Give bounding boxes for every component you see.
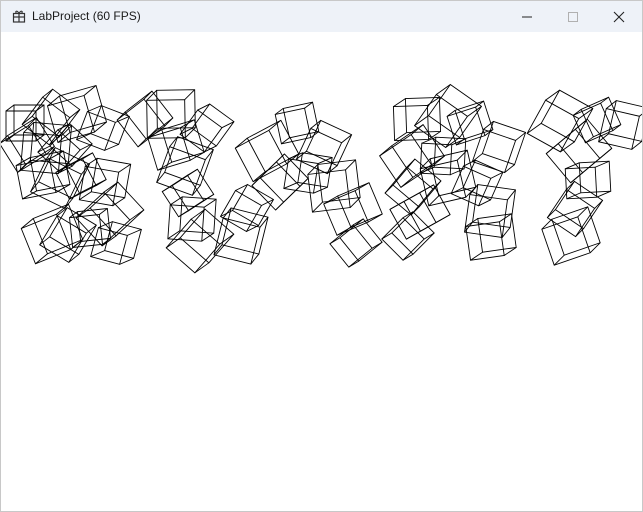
render-viewport[interactable]	[1, 32, 642, 511]
minimize-icon	[522, 16, 532, 17]
maximize-button[interactable]	[550, 1, 596, 32]
app-window: LabProject (60 FPS)	[0, 0, 643, 512]
close-icon	[613, 11, 625, 22]
wireframe-cube	[572, 96, 622, 144]
window-title: LabProject (60 FPS)	[32, 9, 141, 23]
maximize-icon	[568, 11, 578, 22]
minimize-button[interactable]	[504, 1, 550, 32]
wireframe-cube	[381, 211, 435, 261]
wireframe-cube	[471, 120, 527, 174]
wireframe-cube	[329, 218, 383, 268]
wireframe-cube	[295, 119, 353, 175]
wireframe-cube	[213, 207, 269, 265]
wireframe-cube	[541, 206, 601, 266]
wireframe-cube	[234, 119, 300, 183]
wireframe-cube	[1, 116, 56, 174]
wireframe-cube	[15, 150, 71, 200]
wireframe-cube	[90, 221, 142, 265]
app-icon	[12, 10, 26, 23]
wireframe-cube	[389, 184, 451, 240]
title-bar[interactable]: LabProject (60 FPS)	[1, 1, 642, 32]
wireframe-cube	[465, 213, 517, 261]
wireframe-cube	[37, 123, 93, 173]
wireframe-cube	[69, 208, 111, 248]
wireframe-cube	[546, 180, 604, 238]
wireframe-scene	[1, 83, 642, 274]
wireframe-cube	[274, 101, 320, 145]
close-button[interactable]	[596, 1, 642, 32]
wireframe-cube	[219, 183, 275, 233]
wireframe-cube	[464, 184, 516, 238]
wireframe-cube	[78, 157, 132, 207]
